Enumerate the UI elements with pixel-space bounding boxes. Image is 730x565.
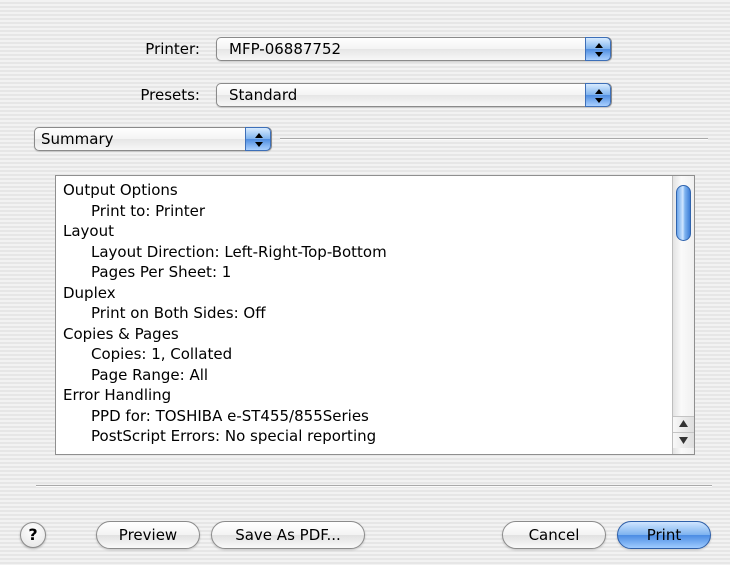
summary-detail-line: Print on Both Sides: Off	[91, 304, 266, 322]
summary-section-heading: Layout	[63, 222, 114, 240]
printer-value: MFP-06887752	[229, 40, 342, 58]
preview-button[interactable]: Preview	[96, 521, 200, 549]
summary-detail-line: Copies: 1, Collated	[91, 345, 233, 363]
bottom-divider	[36, 485, 712, 487]
save-as-pdf-button[interactable]: Save As PDF...	[211, 521, 365, 549]
presets-label: Presets:	[140, 86, 200, 104]
scroll-thumb[interactable]	[676, 185, 691, 241]
vertical-scrollbar[interactable]	[672, 176, 694, 454]
printer-popup[interactable]: MFP-06887752	[216, 37, 612, 61]
up-down-arrows-icon	[245, 127, 271, 151]
summary-section-heading: Copies & Pages	[63, 324, 179, 343]
summary-section-heading: Duplex	[63, 283, 116, 302]
pane-divider	[280, 138, 708, 140]
summary-detail-line: Page Range: All	[91, 365, 209, 384]
summary-detail-line: PostScript Errors: No special reporting	[91, 427, 377, 445]
scroll-down-arrow-icon[interactable]	[673, 432, 694, 448]
print-button[interactable]: Print	[617, 521, 711, 549]
summary-section-heading: Error Handling	[63, 386, 172, 404]
summary-section-heading: Output Options	[63, 181, 178, 199]
printer-label: Printer:	[145, 40, 200, 58]
cancel-button[interactable]: Cancel	[502, 521, 606, 549]
summary-content: Output Options Print to: Printer Layout Lay…	[63, 180, 668, 447]
up-down-arrows-icon	[585, 37, 611, 61]
presets-value: Standard	[229, 86, 298, 104]
scroll-up-arrow-icon[interactable]	[673, 416, 694, 432]
pane-selector-popup[interactable]: Summary	[34, 127, 272, 151]
summary-detail-line: PPD for: TOSHIBA e-ST455/855Series	[91, 406, 369, 425]
summary-detail-line: Layout Direction: Left-Right-Top-Bottom	[91, 242, 387, 261]
summary-list[interactable]: Output Options Print to: Printer Layout Lay…	[55, 175, 695, 455]
summary-detail-line: Pages Per Sheet: 1	[91, 263, 232, 281]
up-down-arrows-icon	[585, 83, 611, 107]
summary-detail-line: Print to: Printer	[91, 201, 206, 220]
help-button[interactable]: ?	[20, 522, 46, 548]
pane-selector-value: Summary	[41, 130, 114, 148]
presets-popup[interactable]: Standard	[216, 83, 612, 107]
